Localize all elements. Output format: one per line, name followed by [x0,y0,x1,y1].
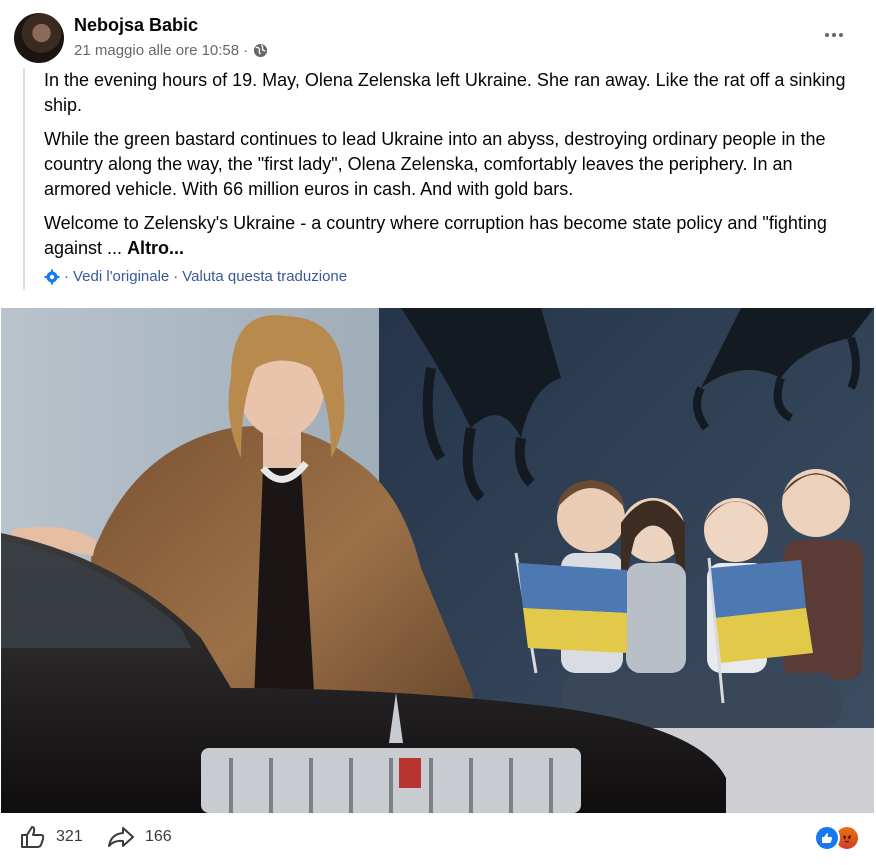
view-original-link[interactable]: Vedi l'originale [73,268,169,285]
see-more-link[interactable]: Altro... [127,238,184,258]
like-button[interactable]: 321 [20,825,83,849]
like-reaction-icon [814,825,840,851]
post-header: Nebojsa Babic 21 maggio alle ore 10:58 · [0,0,876,66]
translation-bar: · Vedi l'originale · Valuta questa tradu… [44,268,347,285]
thumbs-up-icon [21,826,45,848]
translation-gear-icon [44,269,60,284]
share-count: 166 [145,828,172,845]
author-avatar[interactable] [14,13,64,63]
like-count: 321 [56,828,83,845]
author-name[interactable]: Nebojsa Babic [74,15,198,36]
share-arrow-icon [108,827,134,847]
post-image[interactable] [1,308,874,813]
globe-icon [254,43,268,58]
more-options-icon[interactable] [822,25,846,45]
translation-separator-2: · [173,268,179,285]
rate-translation-link[interactable]: Valuta questa traduzione [182,268,347,285]
translation-quote-bar [23,68,25,290]
reaction-icons[interactable] [814,825,860,851]
post-date[interactable]: 21 maggio alle ore 10:58 · [74,42,248,59]
post-paragraph-1: In the evening hours of 19. May, Olena Z… [44,70,846,115]
post-paragraph-3: Welcome to Zelensky's Ukraine - a countr… [44,211,864,261]
post-footer: 321 166 [0,813,876,865]
post-paragraph-2: While the green bastard continues to lea… [44,129,826,199]
post-text: In the evening hours of 19. May, Olena Z… [44,68,864,270]
share-button[interactable]: 166 [107,825,172,849]
post-meta: 21 maggio alle ore 10:58 · [74,42,268,59]
post-image-illustration [1,308,874,813]
translation-separator-1: · [64,268,69,285]
